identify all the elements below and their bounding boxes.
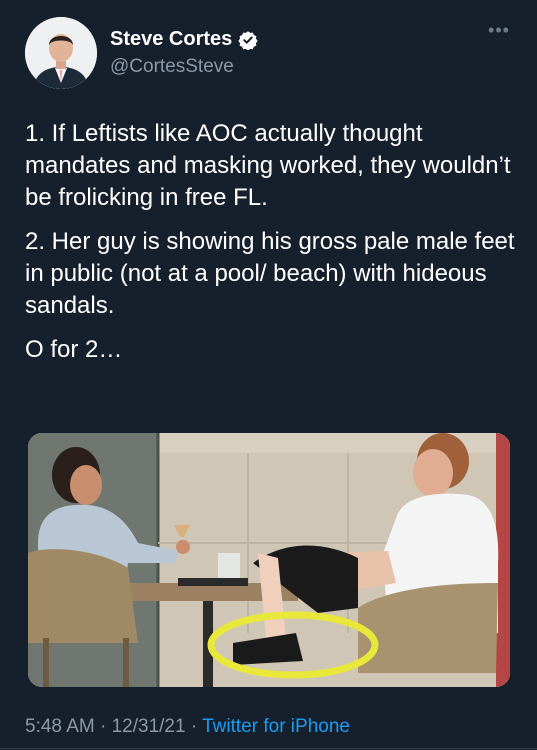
tweet-paragraph: 1. If Leftists like AOC actually thought… — [25, 120, 511, 211]
tweet-header: Steve Cortes @CortesSteve ••• — [0, 0, 537, 100]
meta-separator: · — [94, 716, 112, 737]
tweet-source-link[interactable]: Twitter for iPhone — [202, 716, 350, 737]
author-handle[interactable]: @CortesSteve — [110, 56, 234, 78]
tweet-text: 1. If Leftists like AOC actually thought… — [25, 118, 520, 378]
tweet-paragraph: 2. Her guy is showing his gross pale mal… — [25, 228, 515, 319]
author-name-row[interactable]: Steve Cortes — [110, 28, 258, 51]
display-name[interactable]: Steve Cortes — [110, 28, 232, 51]
avatar[interactable] — [25, 17, 97, 89]
more-horizontal-icon[interactable]: ••• — [484, 21, 514, 44]
meta-separator: · — [185, 716, 203, 737]
verified-badge-icon — [238, 30, 258, 50]
tweet-date[interactable]: 12/31/21 — [112, 716, 186, 737]
tweet-paragraph: O for 2… — [25, 336, 123, 363]
tweet-photo[interactable] — [28, 433, 510, 687]
tweet-time[interactable]: 5:48 AM — [25, 716, 95, 737]
divider — [0, 748, 537, 749]
tweet-meta: 5:48 AM · 12/31/21 · Twitter for iPhone — [25, 716, 350, 738]
